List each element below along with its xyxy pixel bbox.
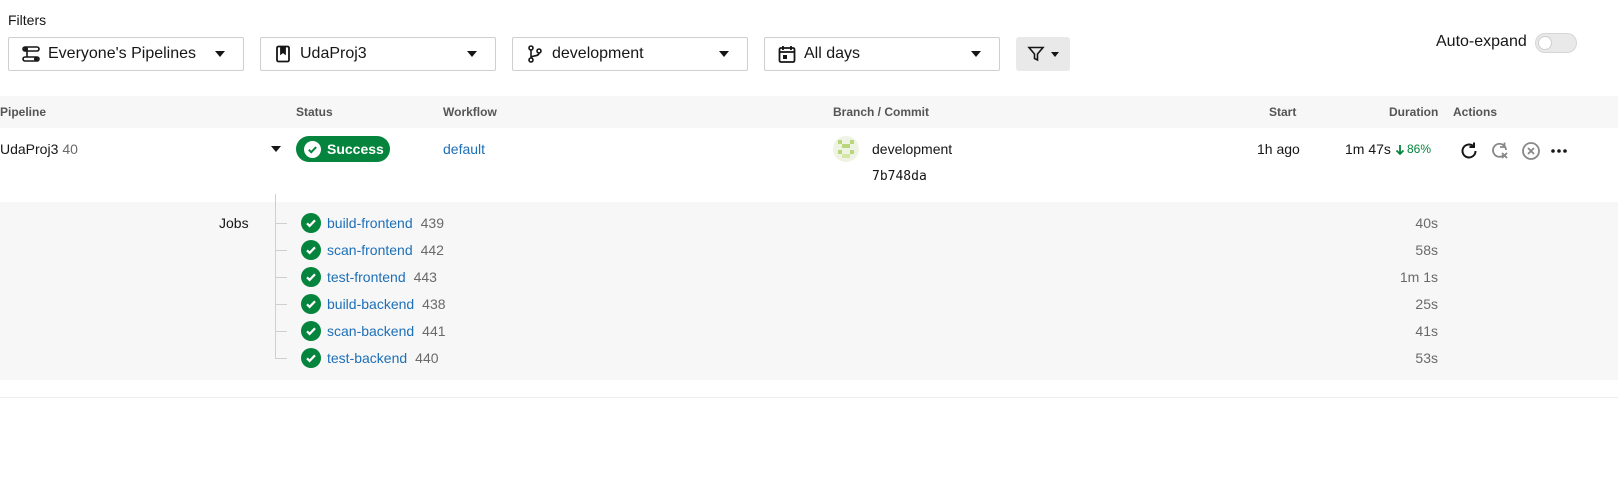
pipeline-project: UdaProj3 xyxy=(0,141,59,157)
project-filter-dropdown[interactable]: UdaProj3 xyxy=(260,37,496,71)
workflow-link[interactable]: default xyxy=(443,141,485,157)
date-filter-dropdown[interactable]: All days xyxy=(764,37,1000,71)
status-text: Success xyxy=(327,141,384,157)
branch-filter-dropdown[interactable]: development xyxy=(512,37,748,71)
job-duration: 25s xyxy=(1415,296,1438,312)
tree-branch-line xyxy=(275,277,287,278)
toggle-knob xyxy=(1538,36,1552,50)
header-start: Start xyxy=(1269,105,1297,119)
header-branch-commit: Branch / Commit xyxy=(833,105,930,119)
pipeline-name[interactable]: UdaProj3 40 xyxy=(0,141,78,157)
job-item[interactable]: scan-backend 441 xyxy=(301,321,446,341)
job-success-icon xyxy=(301,213,321,233)
job-number: 443 xyxy=(413,269,437,285)
job-number: 438 xyxy=(422,296,446,312)
pipelines-filter-value: Everyone's Pipelines xyxy=(48,45,197,62)
tree-branch-line xyxy=(275,304,287,305)
job-item[interactable]: test-frontend 443 xyxy=(301,267,437,287)
tree-branch-line xyxy=(275,358,287,359)
status-badge: Success xyxy=(296,136,390,162)
pipeline-number: 40 xyxy=(62,141,78,157)
filter-button[interactable] xyxy=(1016,37,1070,71)
commit-hash[interactable]: 7b748da xyxy=(872,169,927,184)
cancel-icon[interactable] xyxy=(1520,140,1542,162)
header-pipeline: Pipeline xyxy=(0,105,47,119)
rerun-icon[interactable] xyxy=(1458,140,1480,162)
divider xyxy=(0,397,1618,398)
chevron-down-icon xyxy=(467,51,477,57)
auto-expand-label: Auto-expand xyxy=(1436,33,1527,50)
chevron-down-icon xyxy=(971,51,981,57)
job-item[interactable]: build-backend 438 xyxy=(301,294,446,314)
job-number: 442 xyxy=(420,242,444,258)
auto-expand-toggle[interactable] xyxy=(1535,33,1577,53)
rerun-failed-icon[interactable] xyxy=(1489,140,1511,162)
job-success-icon xyxy=(301,294,321,314)
duration-change-value: 86% xyxy=(1407,142,1432,156)
job-duration: 53s xyxy=(1415,350,1438,366)
job-number: 439 xyxy=(420,215,444,231)
table-header: Pipeline Status Workflow Branch / Commit… xyxy=(0,96,1618,128)
filters-label: Filters xyxy=(8,12,47,28)
calendar-icon xyxy=(777,44,797,64)
project-filter-value: UdaProj3 xyxy=(300,45,367,62)
start-time: 1h ago xyxy=(1257,141,1300,157)
job-name-link[interactable]: test-backend xyxy=(327,350,407,366)
chevron-down-icon xyxy=(719,51,729,57)
tree-branch-line xyxy=(275,223,287,224)
job-name-link[interactable]: test-frontend xyxy=(327,269,406,285)
chevron-down-icon xyxy=(215,51,225,57)
check-icon xyxy=(304,140,321,158)
job-duration: 40s xyxy=(1415,215,1438,231)
job-number: 441 xyxy=(422,323,446,339)
job-item[interactable]: scan-frontend 442 xyxy=(301,240,444,260)
pipelines-icon xyxy=(21,44,41,64)
header-actions: Actions xyxy=(1453,105,1498,119)
job-name-link[interactable]: build-frontend xyxy=(327,215,413,231)
job-duration: 58s xyxy=(1415,242,1438,258)
job-duration: 41s xyxy=(1415,323,1438,339)
jobs-label: Jobs xyxy=(219,215,249,231)
job-success-icon xyxy=(301,240,321,260)
job-number: 440 xyxy=(415,350,439,366)
project-icon xyxy=(273,44,293,64)
job-name-link[interactable]: scan-frontend xyxy=(327,242,413,258)
duration-change: 86% xyxy=(1395,142,1431,156)
job-item[interactable]: build-frontend 439 xyxy=(301,213,444,233)
avatar xyxy=(833,136,859,162)
header-duration: Duration xyxy=(1389,105,1439,119)
job-duration: 1m 1s xyxy=(1399,269,1438,285)
branch-filter-value: development xyxy=(552,45,644,62)
date-filter-value: All days xyxy=(804,45,861,62)
tree-branch-line xyxy=(275,250,287,251)
job-item[interactable]: test-backend 440 xyxy=(301,348,439,368)
job-name-link[interactable]: scan-backend xyxy=(327,323,414,339)
header-status: Status xyxy=(296,105,333,119)
pipeline-duration: 1m 47s xyxy=(1345,141,1391,157)
tree-branch-line xyxy=(275,331,287,332)
job-success-icon xyxy=(301,348,321,368)
chevron-down-icon xyxy=(1051,51,1059,57)
arrow-down-icon xyxy=(1395,144,1405,155)
branch-icon xyxy=(525,44,545,64)
branch-name: development xyxy=(872,141,953,157)
expand-row-chevron-icon[interactable] xyxy=(271,146,281,152)
job-success-icon xyxy=(301,321,321,341)
more-icon[interactable] xyxy=(1550,140,1568,162)
header-workflow: Workflow xyxy=(443,105,497,119)
job-success-icon xyxy=(301,267,321,287)
funnel-icon xyxy=(1027,45,1045,63)
job-name-link[interactable]: build-backend xyxy=(327,296,414,312)
pipelines-filter-dropdown[interactable]: Everyone's Pipelines xyxy=(8,37,244,71)
